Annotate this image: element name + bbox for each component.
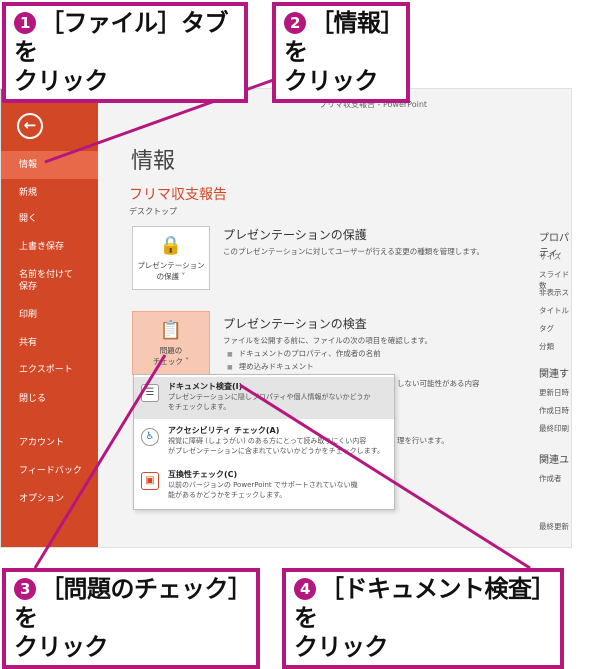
callout-3: 3 ［問題のチェック］を クリック <box>2 568 260 669</box>
sidebar-item-label: 名前を付けて <box>19 270 74 280</box>
sidebar-item-options[interactable]: オプション <box>1 493 98 505</box>
inspect-bullet: 埋め込みドキュメント <box>227 361 314 372</box>
sidebar-item-open[interactable]: 開く <box>1 213 98 225</box>
date-label: 作成日時 <box>539 406 569 415</box>
sidebar-item-save-as[interactable]: 名前を付けて 保存 <box>1 269 98 293</box>
property-label: 分類 <box>539 342 554 351</box>
menu-item-desc: 視覚に障碍 (しょうがい) のある方にとって読み取りにくい内容 <box>168 437 367 445</box>
callout-number: 2 <box>284 12 306 34</box>
menu-item-desc: がプレゼンテーションに含まれていないかどうかをチェックします。 <box>168 447 384 455</box>
callout-text: クリック <box>294 633 389 661</box>
document-name: フリマ収支報告 <box>129 187 227 203</box>
file-sidebar: ← 情報 新規 開く 上書き保存 名前を付けて 保存 印刷 共有 エクスポート … <box>1 89 98 547</box>
sidebar-item-new[interactable]: 新規 <box>1 187 98 199</box>
menu-item-accessibility[interactable]: ♿ アクセシビリティ チェック(A) 視覚に障碍 (しょうがい) のある方にとっ… <box>134 421 394 463</box>
document-inspect-icon: ☰ <box>141 384 159 402</box>
date-label: 更新日時 <box>539 388 569 397</box>
callout-text: クリック <box>14 633 109 661</box>
tile-label: チェック ˅ <box>152 357 190 366</box>
inspect-icon: 📋 <box>159 320 183 341</box>
menu-item-title: ドキュメント検査(I) <box>168 382 243 391</box>
property-label: タグ <box>539 324 554 333</box>
document-location: デスクトップ <box>129 207 177 216</box>
callout-number: 3 <box>14 578 36 600</box>
callout-2: 2 ［情報］を クリック <box>272 2 410 103</box>
people-label: 作成者 <box>539 474 562 483</box>
sidebar-item-save[interactable]: 上書き保存 <box>1 241 98 253</box>
lock-icon: 🔒 <box>159 235 183 256</box>
related-people-heading: 関連ユ <box>539 455 569 466</box>
inspect-title: プレゼンテーションの検査 <box>223 317 367 331</box>
inspect-partial-text: しない可能性がある内容 <box>397 379 480 388</box>
menu-item-desc: プレゼンテーションに隠しプロパティや個人情報がないかどうか <box>168 393 371 401</box>
menu-item-title: アクセシビリティ チェック(A) <box>168 426 280 435</box>
callout-number: 4 <box>294 578 316 600</box>
sidebar-item-info[interactable]: 情報 <box>1 151 98 179</box>
callout-text: ［ドキュメント検査］を <box>294 575 544 632</box>
callout-4: 4 ［ドキュメント検査］を クリック <box>282 568 564 669</box>
protect-presentation-button[interactable]: 🔒 プレゼンテーション の保護 ˅ <box>132 226 210 290</box>
protect-title: プレゼンテーションの保護 <box>223 228 367 242</box>
sidebar-item-export[interactable]: エクスポート <box>1 364 98 376</box>
menu-item-desc: 能があるかどうかをチェックします。 <box>168 491 287 499</box>
callout-text: ［問題のチェック］を <box>14 575 240 632</box>
menu-item-compatibility[interactable]: ▣ 互換性チェック(C) 以前のバージョンの PowerPoint でサポートさ… <box>134 465 394 507</box>
property-label: タイトル <box>539 306 569 315</box>
back-arrow-icon[interactable]: ← <box>17 113 43 139</box>
callout-text: クリック <box>14 67 109 95</box>
check-issues-menu: ☰ ドキュメント検査(I) プレゼンテーションに隠しプロパティや個人情報がないか… <box>133 374 395 510</box>
inspect-partial-text: 理を行います。 <box>397 436 449 445</box>
menu-item-desc: 以前のバージョンの PowerPoint でサポートされていない機 <box>168 481 358 489</box>
menu-item-desc: をチェックします。 <box>168 403 231 411</box>
callout-text: ［ファイル］タブを <box>14 9 229 66</box>
sidebar-item-account[interactable]: アカウント <box>1 437 98 449</box>
powerpoint-backstage: ← 情報 新規 開く 上書き保存 名前を付けて 保存 印刷 共有 エクスポート … <box>0 88 572 548</box>
menu-item-inspect-document[interactable]: ☰ ドキュメント検査(I) プレゼンテーションに隠しプロパティや個人情報がないか… <box>134 377 394 419</box>
protect-description: このプレゼンテーションに対してユーザーが行える変更の種類を管理します。 <box>223 247 484 256</box>
inspect-bullet: ドキュメントのプロパティ、作成者の名前 <box>227 348 381 359</box>
tile-label: プレゼンテーション <box>137 261 205 270</box>
property-label: 非表示ス <box>539 288 569 297</box>
sidebar-item-print[interactable]: 印刷 <box>1 309 98 321</box>
callout-number: 1 <box>14 12 36 34</box>
menu-item-title: 互換性チェック(C) <box>168 470 238 479</box>
date-label: 最終印刷 <box>539 424 569 433</box>
sidebar-item-share[interactable]: 共有 <box>1 337 98 349</box>
related-dates-heading: 関連す <box>539 369 569 380</box>
last-modified-label: 最終更新 <box>539 522 569 531</box>
sidebar-item-feedback[interactable]: フィードバック <box>1 465 98 477</box>
tile-label: 問題の <box>159 346 183 355</box>
accessibility-icon: ♿ <box>141 428 159 446</box>
check-issues-button[interactable]: 📋 問題の チェック ˅ <box>132 311 210 375</box>
property-label: サイズ <box>539 252 562 261</box>
callout-1: 1 ［ファイル］タブを クリック <box>2 2 248 103</box>
inspect-description: ファイルを公開する前に、ファイルの次の項目を確認します。 <box>223 336 433 345</box>
page-title: 情報 <box>131 149 176 174</box>
compatibility-icon: ▣ <box>141 472 159 490</box>
tile-label: の保護 ˅ <box>156 272 186 281</box>
sidebar-item-close[interactable]: 閉じる <box>1 393 98 405</box>
callout-text: クリック <box>284 67 379 95</box>
sidebar-item-label: 保存 <box>19 282 38 292</box>
